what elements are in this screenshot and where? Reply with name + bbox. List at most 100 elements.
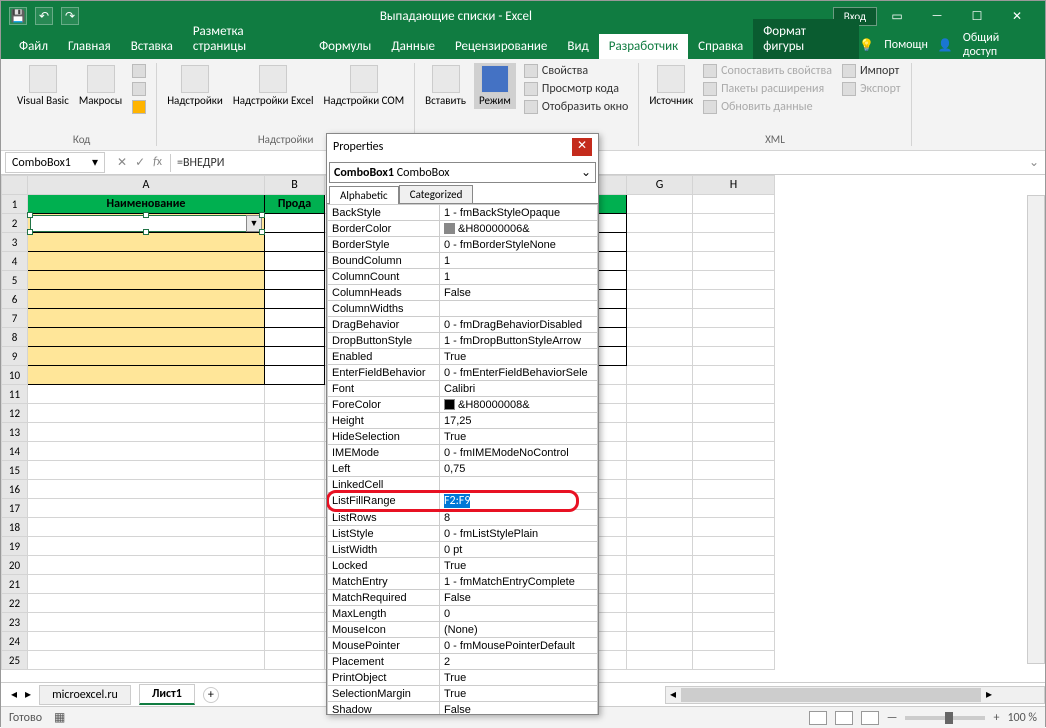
properties-grid[interactable]: BackStyle1 - fmBackStyleOpaqueBorderColo… (327, 204, 598, 714)
property-name[interactable]: BoundColumn (328, 253, 440, 269)
property-name[interactable]: MaxLength (328, 606, 440, 622)
tab-file[interactable]: Файл (9, 34, 58, 59)
tab-format[interactable]: Формат фигуры (753, 19, 859, 59)
run-dialog-button[interactable]: Отобразить окно (522, 99, 630, 115)
select-all-cell[interactable] (2, 176, 28, 195)
row-header[interactable]: 23 (2, 613, 28, 632)
view-code-button[interactable]: Просмотр кода (522, 81, 621, 97)
cancel-formula-icon[interactable]: ✕ (115, 153, 129, 172)
record-macro-button[interactable] (130, 63, 148, 79)
cell[interactable] (265, 214, 325, 233)
property-value[interactable]: True (440, 349, 598, 365)
cell[interactable] (627, 309, 693, 328)
property-name[interactable]: DragBehavior (328, 317, 440, 333)
cell[interactable] (28, 442, 265, 461)
tell-me-icon[interactable]: 💡 (859, 38, 874, 53)
property-name[interactable]: MousePointer (328, 638, 440, 654)
enter-formula-icon[interactable]: ✓ (133, 153, 147, 172)
cell[interactable] (28, 480, 265, 499)
property-value[interactable]: 1 - fmMatchEntryComplete (440, 574, 598, 590)
cell[interactable] (693, 518, 775, 537)
cell[interactable] (28, 556, 265, 575)
cell[interactable] (627, 537, 693, 556)
cell[interactable] (627, 214, 693, 233)
property-value[interactable]: 8 (440, 510, 598, 526)
property-name[interactable]: ListFillRange (328, 493, 440, 510)
row-header[interactable]: 17 (2, 499, 28, 518)
property-value[interactable]: 0 - fmMousePointerDefault (440, 638, 598, 654)
cell[interactable] (28, 632, 265, 651)
cell[interactable] (28, 309, 265, 328)
cell[interactable] (693, 575, 775, 594)
cell[interactable] (265, 594, 325, 613)
cell[interactable] (265, 575, 325, 594)
property-value[interactable]: 1 - fmBackStyleOpaque (440, 205, 598, 221)
insert-control-button[interactable]: Вставить (423, 63, 468, 109)
tab-insert[interactable]: Вставка (121, 34, 183, 59)
property-name[interactable]: ColumnHeads (328, 285, 440, 301)
properties-object-select[interactable]: ComboBox1 ComboBox ⌄ (329, 162, 596, 183)
share-icon[interactable]: 👤 (938, 38, 953, 53)
cell[interactable] (627, 518, 693, 537)
cell[interactable] (693, 594, 775, 613)
cell[interactable] (265, 480, 325, 499)
property-value[interactable]: 0 - fmListStylePlain (440, 526, 598, 542)
row-header[interactable]: 2 (2, 214, 28, 233)
properties-close-button[interactable]: ✕ (572, 138, 592, 156)
visual-basic-button[interactable]: Visual Basic (15, 63, 71, 109)
property-value[interactable] (440, 301, 598, 317)
zoom-level[interactable]: 100 % (1007, 711, 1037, 725)
design-mode-button[interactable]: Режим (474, 63, 516, 109)
property-value[interactable]: 17,25 (440, 413, 598, 429)
property-value[interactable]: 2 (440, 654, 598, 670)
zoom-out-button[interactable]: — (887, 711, 898, 725)
property-value[interactable]: True (440, 558, 598, 574)
tab-home[interactable]: Главная (58, 34, 121, 59)
tab-data[interactable]: Данные (381, 34, 445, 59)
import-button[interactable]: Импорт (840, 63, 901, 79)
com-addins-button[interactable]: Надстройки COM (322, 63, 407, 109)
cell[interactable] (693, 461, 775, 480)
cell[interactable] (265, 366, 325, 385)
cell[interactable] (265, 252, 325, 271)
chevron-down-icon[interactable]: ⌄ (581, 165, 591, 180)
cell[interactable] (28, 233, 265, 252)
macro-security-button[interactable] (130, 99, 148, 115)
save-icon[interactable]: 💾 (9, 7, 27, 25)
row-header[interactable]: 8 (2, 328, 28, 347)
combobox-control[interactable]: ▼ (30, 215, 262, 232)
row-header[interactable]: 19 (2, 537, 28, 556)
property-value[interactable]: False (440, 285, 598, 301)
cell[interactable] (627, 290, 693, 309)
cell[interactable] (28, 651, 265, 670)
property-name[interactable]: SelectionMargin (328, 686, 440, 702)
cell[interactable] (627, 271, 693, 290)
property-value[interactable]: 0 (440, 606, 598, 622)
view-normal-icon[interactable] (809, 711, 827, 725)
properties-button[interactable]: Свойства (522, 63, 590, 79)
row-header[interactable]: 24 (2, 632, 28, 651)
cell[interactable] (693, 290, 775, 309)
property-value[interactable]: &H80000006& (440, 221, 598, 237)
ribbon-options-icon[interactable]: ▭ (877, 2, 917, 30)
property-value[interactable]: 0 - fmDragBehaviorDisabled (440, 317, 598, 333)
cell[interactable] (693, 271, 775, 290)
cell[interactable] (265, 651, 325, 670)
cell[interactable] (693, 537, 775, 556)
row-header[interactable]: 5 (2, 271, 28, 290)
property-name[interactable]: DropButtonStyle (328, 333, 440, 349)
row-header[interactable]: 7 (2, 309, 28, 328)
cell[interactable] (28, 575, 265, 594)
property-name[interactable]: BorderColor (328, 221, 440, 237)
property-value[interactable]: True (440, 429, 598, 445)
cell[interactable] (627, 328, 693, 347)
tab-developer[interactable]: Разработчик (599, 34, 688, 59)
property-value[interactable]: 1 (440, 269, 598, 285)
cell[interactable] (28, 423, 265, 442)
cell[interactable] (693, 195, 775, 214)
row-header[interactable]: 13 (2, 423, 28, 442)
cell[interactable] (693, 651, 775, 670)
vertical-scrollbar[interactable] (1027, 195, 1045, 664)
cell[interactable] (265, 309, 325, 328)
undo-icon[interactable]: ↶ (35, 7, 53, 25)
